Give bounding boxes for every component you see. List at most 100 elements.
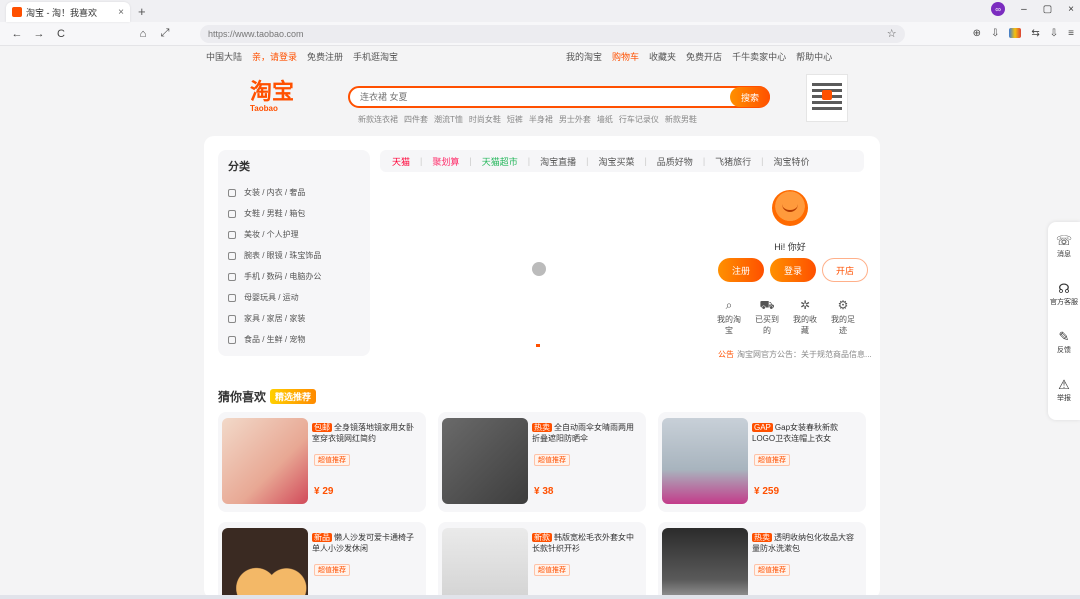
nav-help[interactable]: 帮助中心 bbox=[796, 50, 832, 63]
bookmark-star-icon[interactable]: ☆ bbox=[887, 27, 897, 40]
toolbar-split-icon[interactable]: ⇩ bbox=[1050, 28, 1058, 39]
floating-sidebar: ☏ 消息 ☊ 官方客服 ✎ 反馈 ⚠ 举报 bbox=[1048, 222, 1080, 420]
category-item[interactable]: 食品 / 生鲜 / 宠物 bbox=[228, 329, 360, 350]
category-item[interactable]: 女鞋 / 男鞋 / 箱包 bbox=[228, 203, 360, 224]
sidebar-label: 举报 bbox=[1057, 395, 1071, 402]
category-item[interactable]: 母婴玩具 / 运动 bbox=[228, 287, 360, 308]
channel-grocery[interactable]: 淘宝买菜 bbox=[598, 155, 634, 168]
home-button[interactable]: ⌂ bbox=[132, 28, 154, 40]
shortcut-my-taobao[interactable]: ⌕ 我的淘宝 bbox=[714, 298, 744, 336]
nav-my-taobao[interactable]: 我的淘宝 bbox=[566, 50, 602, 63]
hotword[interactable]: 新款男鞋 bbox=[665, 114, 697, 125]
nav-seller-center[interactable]: 千牛卖家中心 bbox=[732, 50, 786, 63]
register-button[interactable]: 注册 bbox=[718, 258, 764, 282]
search-button[interactable]: 搜索 bbox=[730, 87, 770, 107]
search-input[interactable] bbox=[360, 92, 730, 102]
back-button[interactable]: ← bbox=[6, 28, 28, 40]
hotword[interactable]: 男士外套 bbox=[559, 114, 591, 125]
sidebar-service[interactable]: ☊ 官方客服 bbox=[1048, 270, 1080, 318]
notice-bar[interactable]: 公告 淘宝网官方公告：关于规范商品信息... bbox=[718, 349, 872, 360]
sidebar-report[interactable]: ⚠ 举报 bbox=[1048, 366, 1080, 414]
toolbar-add-icon[interactable]: ⊕ bbox=[973, 28, 981, 39]
qr-logo-icon bbox=[822, 90, 832, 100]
taobao-logo[interactable]: 淘宝 Taobao bbox=[250, 80, 306, 113]
new-tab-button[interactable]: + bbox=[138, 4, 146, 19]
shortcut-purchased[interactable]: ⛟ 已买到的 bbox=[752, 298, 782, 336]
channel-quality[interactable]: 品质好物 bbox=[657, 155, 693, 168]
profile-icon[interactable]: ∞ bbox=[991, 2, 1006, 16]
browser-tab[interactable]: 淘宝 - 淘！我喜欢 × bbox=[6, 2, 130, 22]
product-card[interactable]: 新款 韩版宽松毛衣外套女中长款针织开衫 超值推荐 bbox=[438, 522, 646, 599]
product-card[interactable]: 热卖 全自动雨伞女晴雨两用折叠遮阳防晒伞 超值推荐 ¥ 38 bbox=[438, 412, 646, 512]
product-card[interactable]: GAP Gap女装春秋新款LOGO卫衣连帽上衣女 超值推荐 ¥ 259 bbox=[658, 412, 866, 512]
close-window-button[interactable]: × bbox=[1068, 4, 1074, 15]
carousel-indicator[interactable] bbox=[536, 344, 540, 347]
product-title: 新品 懒人沙发可爱卡通椅子单人小沙发休闲 bbox=[312, 533, 414, 553]
category-item[interactable]: 家具 / 家居 / 家装 bbox=[228, 308, 360, 329]
toolbar-sync-icon[interactable]: ⇆ bbox=[1031, 28, 1039, 39]
nav-cart[interactable]: 购物车 bbox=[612, 50, 639, 63]
shortcut-footprint[interactable]: ⚙ 我的足迹 bbox=[828, 298, 858, 336]
channel-juhuasuan[interactable]: 聚划算 bbox=[432, 155, 459, 168]
user-greeting: Hi! 你好 bbox=[774, 242, 806, 252]
hotword[interactable]: 行车记录仪 bbox=[619, 114, 659, 125]
nav-register-link[interactable]: 免费注册 bbox=[307, 50, 343, 63]
expand-button[interactable]: ⤢ bbox=[154, 27, 176, 40]
main-panel: 分类 女装 / 内衣 / 奢品 女鞋 / 男鞋 / 箱包 美妆 / 个人护理 腕… bbox=[204, 136, 880, 599]
sidebar-messages[interactable]: ☏ 消息 bbox=[1048, 222, 1080, 270]
login-button[interactable]: 登录 bbox=[770, 258, 816, 282]
hotword[interactable]: 四件套 bbox=[404, 114, 428, 125]
nav-open-shop[interactable]: 免费开店 bbox=[686, 50, 722, 63]
nav-login-link[interactable]: 亲，请登录 bbox=[252, 50, 297, 63]
channel-tmall[interactable]: 天猫 bbox=[392, 155, 410, 168]
nav-region[interactable]: 中国大陆 bbox=[206, 50, 242, 63]
tab-close-icon[interactable]: × bbox=[118, 7, 124, 18]
shortcut-label: 我的足迹 bbox=[831, 315, 855, 335]
hotword[interactable]: 时尚女鞋 bbox=[469, 114, 501, 125]
channel-travel[interactable]: 飞猪旅行 bbox=[715, 155, 751, 168]
product-card[interactable]: 包邮 全身镜落地镜家用女卧室穿衣镜网红简约 超值推荐 ¥ 29 bbox=[218, 412, 426, 512]
product-title: 新款 韩版宽松毛衣外套女中长款针织开衫 bbox=[532, 533, 634, 553]
category-icon bbox=[228, 293, 236, 302]
avatar-face bbox=[782, 204, 798, 212]
category-label: 家具 / 家居 / 家装 bbox=[244, 314, 306, 323]
shortcut-favorites[interactable]: ✲ 我的收藏 bbox=[790, 298, 820, 336]
hotword[interactable]: 新款连衣裙 bbox=[358, 114, 398, 125]
hotword[interactable]: 半身裙 bbox=[529, 114, 553, 125]
minimize-button[interactable]: – bbox=[1021, 4, 1027, 15]
hotword[interactable]: 潮流T恤 bbox=[434, 114, 463, 125]
category-item[interactable]: 腕表 / 眼镜 / 珠宝饰品 bbox=[228, 245, 360, 266]
category-item[interactable]: 手机 / 数码 / 电脑办公 bbox=[228, 266, 360, 287]
edit-icon: ✎ bbox=[1058, 329, 1070, 344]
star-icon: ✲ bbox=[799, 298, 811, 312]
nav-mobile-link[interactable]: 手机逛淘宝 bbox=[353, 50, 398, 63]
url-field[interactable]: https://www.taobao.com ☆ bbox=[200, 24, 905, 43]
open-shop-button[interactable]: 开店 bbox=[822, 258, 868, 282]
channel-tmall-supermarket[interactable]: 天猫超市 bbox=[482, 155, 518, 168]
product-title: GAP Gap女装春秋新款LOGO卫衣连帽上衣女 bbox=[752, 423, 839, 443]
forward-button[interactable]: → bbox=[28, 28, 50, 40]
toolbar-download-icon[interactable]: ⇩ bbox=[991, 28, 999, 39]
product-card[interactable]: 热卖 透明收纳包化妆品大容量防水洗漱包 超值推荐 bbox=[658, 522, 866, 599]
hot-search-words: 新款连衣裙 四件套 潮流T恤 时尚女鞋 短裤 半身裙 男士外套 墙纸 行车记录仪… bbox=[358, 114, 697, 125]
notice-text: 淘宝网官方公告：关于规范商品信息... bbox=[737, 350, 872, 359]
category-label: 女装 / 内衣 / 奢品 bbox=[244, 188, 306, 197]
maximize-button[interactable]: ▢ bbox=[1043, 4, 1052, 15]
category-item[interactable]: 女装 / 内衣 / 奢品 bbox=[228, 182, 360, 203]
nav-favorites[interactable]: 收藏夹 bbox=[649, 50, 676, 63]
hotword[interactable]: 短裤 bbox=[507, 114, 523, 125]
product-tag: 超值推荐 bbox=[314, 454, 350, 466]
user-avatar[interactable] bbox=[772, 190, 808, 226]
menu-icon[interactable]: ≡ bbox=[1068, 28, 1074, 39]
extension-icon[interactable] bbox=[1009, 28, 1022, 38]
tab-title: 淘宝 - 淘！我喜欢 bbox=[26, 7, 97, 18]
category-label: 食品 / 生鲜 / 宠物 bbox=[244, 335, 306, 344]
channel-live[interactable]: 淘宝直播 bbox=[540, 155, 576, 168]
reload-button[interactable]: C bbox=[50, 28, 72, 40]
hotword[interactable]: 墙纸 bbox=[597, 114, 613, 125]
product-tag: 超值推荐 bbox=[754, 454, 790, 466]
channel-bargain[interactable]: 淘宝特价 bbox=[774, 155, 810, 168]
sidebar-feedback[interactable]: ✎ 反馈 bbox=[1048, 318, 1080, 366]
product-card[interactable]: 新品 懒人沙发可爱卡通椅子单人小沙发休闲 超值推荐 bbox=[218, 522, 426, 599]
category-item[interactable]: 美妆 / 个人护理 bbox=[228, 224, 360, 245]
